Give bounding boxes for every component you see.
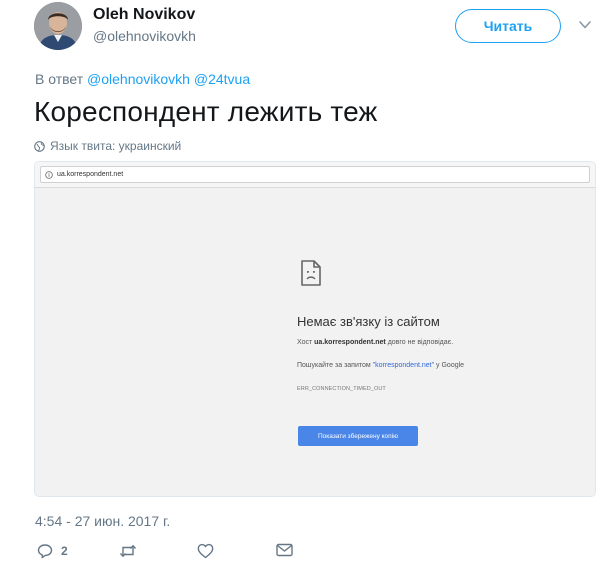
browser-address-bar: ua.korrespondent.net: [40, 166, 590, 183]
author-name[interactable]: Oleh Novikov: [93, 6, 195, 24]
chevron-down-icon[interactable]: [578, 18, 592, 32]
tweet-actions: 2: [35, 543, 335, 565]
mention-link[interactable]: @24tvua: [194, 71, 250, 87]
reply-prefix: В ответ: [35, 71, 84, 87]
author-handle[interactable]: @olehnovikovkh: [93, 28, 196, 44]
error-search-suffix: у Google: [436, 362, 465, 369]
tweet-language: Язык твита: украинский: [34, 139, 181, 153]
reply-context: В ответ @olehnovikovkh @24tvua: [35, 71, 250, 87]
error-title: Немає зв'язку із сайтом: [297, 314, 440, 329]
reply-button[interactable]: 2: [37, 543, 68, 559]
error-search-query: "korrespondent.net": [372, 362, 435, 369]
retweet-icon: [119, 544, 137, 558]
error-host: ua.korrespondent.net: [314, 339, 386, 346]
mention-link[interactable]: @olehnovikovkh: [87, 71, 190, 87]
info-icon: [45, 170, 53, 179]
error-search-line: Пошукайте за запитом "korrespondent.net"…: [297, 362, 464, 369]
error-host-line: Хост ua.korrespondent.net довго не відпо…: [297, 339, 453, 346]
browser-url: ua.korrespondent.net: [57, 171, 124, 178]
globe-icon: [34, 140, 45, 152]
direct-message-button[interactable]: [276, 543, 293, 557]
reply-count: 2: [61, 544, 68, 558]
error-code: ERR_CONNECTION_TIMED_OUT: [297, 386, 386, 392]
tweet-language-text: Язык твита: украинский: [50, 139, 182, 153]
retweet-button[interactable]: [119, 543, 137, 559]
like-button[interactable]: [197, 543, 214, 559]
error-host-suffix: довго не відповідає.: [387, 339, 454, 346]
avatar-photo: [34, 2, 82, 50]
tweet-text: Кореспондент лежить теж: [34, 96, 378, 127]
error-search-prefix: Пошукайте за запитом: [297, 362, 371, 369]
tweet-timestamp[interactable]: 4:54 - 27 июн. 2017 г.: [35, 513, 170, 529]
reply-icon: [37, 544, 53, 559]
heart-icon: [197, 543, 214, 559]
tweet-media-image[interactable]: ua.korrespondent.net Немає зв'язку із са…: [34, 161, 596, 497]
follow-button[interactable]: Читать: [455, 9, 561, 43]
avatar[interactable]: [34, 2, 82, 50]
sad-page-icon: [301, 260, 321, 286]
error-host-prefix: Хост: [297, 339, 313, 346]
envelope-icon: [276, 543, 293, 557]
show-cached-copy-button: Показати збережену копію: [298, 426, 418, 446]
